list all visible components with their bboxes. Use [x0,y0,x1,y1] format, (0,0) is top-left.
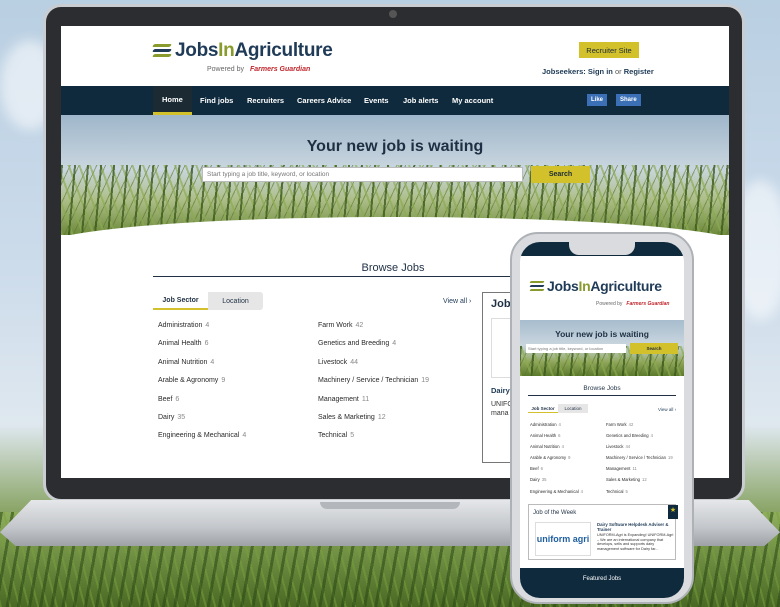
chevron-right-icon: › [674,407,677,412]
site-header: JobsInAgriculture Powered by Farmers Guar… [61,26,729,86]
sector-item[interactable]: Animal Nutrition 4 [158,359,298,377]
hero-title: Your new job is waiting [555,329,649,339]
sector-item[interactable]: Sales & Marketing 12 [318,414,478,432]
main-nav: Home Find jobs Recruiters Careers Advice… [61,86,729,115]
sector-item[interactable]: Machinery / Service / Technician 19 [606,455,680,466]
sector-item[interactable]: Dairy 35 [158,414,298,432]
star-icon: ★ [668,505,678,519]
laptop-camera [389,10,397,18]
sector-list-left: Administration 4 Animal Health 6 Animal Nu… [530,422,604,500]
search-button[interactable]: Search [531,166,590,183]
sector-item[interactable]: Animal Nutrition 4 [530,444,604,455]
wheat-logo-icon [152,44,172,58]
sector-item[interactable]: Livestock 44 [318,359,478,377]
view-all-link[interactable]: View all › [658,407,676,412]
sector-item[interactable]: Machinery / Service / Technician 19 [318,377,478,395]
divider [528,395,676,396]
job-search-input[interactable]: Start typing a job title, keyword, or lo… [202,167,523,182]
sector-item[interactable]: Administration 4 [158,322,298,340]
mobile-site-logo[interactable]: JobsInAgriculture [529,278,662,294]
wheat-logo-icon [529,280,545,292]
sector-item[interactable]: Animal Health 6 [530,433,604,444]
job-title[interactable]: Dairy Software Helpdesk Adviser & Traine… [597,522,675,532]
sector-item[interactable]: Administration 4 [530,422,604,433]
laptop-base-notch [320,502,460,509]
sector-list-right: Farm Work 42 Genetics and Breeding 4 Lives… [606,422,680,500]
sector-item[interactable]: Management 11 [606,466,680,477]
sector-item[interactable]: Arable & Agronomy 9 [530,455,604,466]
sector-item[interactable]: Beef 6 [530,466,604,477]
job-description: UNIFORM-Agri is Expanding! UNIFORM-Agri … [597,533,674,551]
sector-item[interactable]: Genetics and Breeding 4 [606,433,680,444]
sector-item[interactable]: Beef 6 [158,396,298,414]
tab-location[interactable]: Location [558,404,588,413]
jobseekers-label: Jobseekers: [542,67,586,76]
tab-job-sector[interactable]: Job Sector [153,292,208,310]
hero-title: Your new job is waiting [306,138,484,155]
sector-item[interactable]: Dairy 35 [530,477,604,488]
chevron-right-icon: › [468,298,472,305]
nav-job-alerts[interactable]: Job alerts [394,86,447,115]
logo-text: JobsInAgriculture [175,40,333,61]
logo-text: JobsInAgriculture [547,278,662,294]
sector-item[interactable]: Technical 5 [318,432,478,450]
sector-item[interactable]: Farm Work 42 [318,322,478,340]
or-text: or [614,67,622,76]
tab-job-sector[interactable]: Job Sector [528,404,558,413]
powered-by: Powered by Farmers Guardian [596,301,670,307]
browse-tabs: Job Sector Location [528,404,588,413]
jobseeker-links: Jobseekers: Sign in or Register [542,67,654,76]
browse-jobs-title: Browse Jobs [583,385,621,392]
site-logo[interactable]: JobsInAgriculture [152,40,333,62]
sector-item[interactable]: Livestock 44 [606,444,680,455]
job-of-week-title: Job of the Week [533,510,577,516]
nav-find-jobs[interactable]: Find jobs [191,86,242,115]
sector-item[interactable]: Arable & Agronomy 9 [158,377,298,395]
mobile-hero: Your new job is waiting Start typing a j… [520,320,684,376]
phone-notch [569,242,635,255]
sector-item[interactable]: Farm Work 42 [606,422,680,433]
sector-item[interactable]: Management 11 [318,396,478,414]
hero-banner: Your new job is waiting Start typing a j… [61,115,729,235]
uniform-agri-logo: uniform agri [535,522,591,556]
sign-in-link[interactable]: Sign in [588,67,613,76]
phone-screen: JobsInAgriculture Powered by Farmers Guar… [520,242,684,598]
register-link[interactable]: Register [624,67,654,76]
sector-item[interactable]: Animal Health 6 [158,340,298,358]
sector-list-left: Administration 4 Animal Health 6 Animal Nu… [158,322,298,451]
nav-recruiters[interactable]: Recruiters [238,86,293,115]
nav-events[interactable]: Events [355,86,398,115]
featured-jobs-banner: Featured Jobs [520,568,684,598]
view-all-link[interactable]: View all › [443,298,471,305]
sector-item[interactable]: Sales & Marketing 12 [606,477,680,488]
phone-frame: JobsInAgriculture Powered by Farmers Guar… [510,232,694,604]
sector-item[interactable]: Genetics and Breeding 4 [318,340,478,358]
nav-home[interactable]: Home [153,86,192,115]
tab-location[interactable]: Location [208,292,263,310]
recruiter-site-button[interactable]: Recruiter Site [579,42,639,58]
facebook-like-button[interactable]: Like [587,94,608,106]
search-button[interactable]: Search [630,343,678,354]
job-search-input[interactable]: Start typing a job title, keyword, or lo… [526,344,626,353]
browse-tabs: Job Sector Location [153,292,263,310]
nav-careers-advice[interactable]: Careers Advice [288,86,360,115]
sector-list-right: Farm Work 42 Genetics and Breeding 4 Lives… [318,322,478,451]
sector-item[interactable]: Technical 5 [606,489,680,500]
facebook-share-button[interactable]: Share [616,94,641,106]
sector-item[interactable]: Engineering & Mechanical 4 [158,432,298,450]
job-of-week-card[interactable]: Job of the Week ★ uniform agri Dairy Sof… [528,504,678,560]
powered-by: Powered by Farmers Guardian [207,66,311,73]
sector-item[interactable]: Engineering & Mechanical 4 [530,489,604,500]
nav-my-account[interactable]: My account [443,86,502,115]
